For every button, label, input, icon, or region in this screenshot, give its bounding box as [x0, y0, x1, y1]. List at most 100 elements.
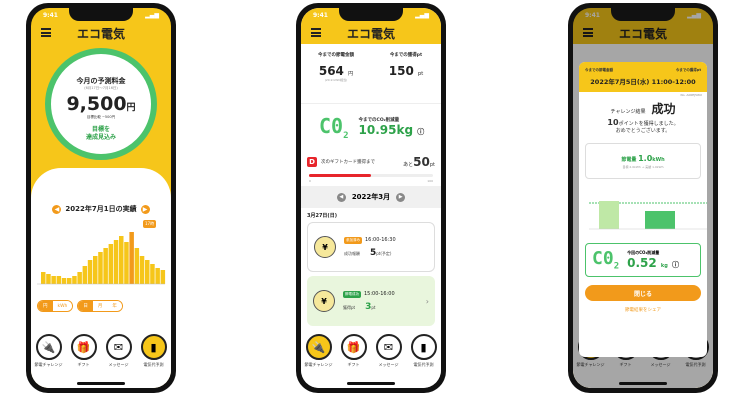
share-link[interactable]: 節電結果をシェア: [579, 307, 707, 313]
nav-challenge[interactable]: 🔌 節電チャレンジ: [32, 334, 66, 388]
gift-icon: 🎁: [70, 334, 97, 360]
challenge-datetime: 2022年7月5日(水) 11:00-12:00: [590, 78, 696, 86]
history-time: 15:00-16:00: [364, 291, 395, 297]
usage-bar[interactable]: [155, 268, 160, 284]
home-indicator: [347, 382, 395, 385]
help-icon: ⓘ: [672, 261, 679, 269]
close-button[interactable]: 閉じる: [585, 285, 701, 301]
app-bar: エコ電気: [31, 22, 171, 44]
gauge-label: 今月の予測料金: [76, 77, 126, 85]
gift-progress-row: D 次のギフトカード獲得まで あと50pt: [307, 152, 435, 172]
usage-bar[interactable]: [56, 276, 62, 284]
period-toggle: 日 月 年: [77, 300, 123, 312]
screen-2: 9:41 ▂▄▆ エコ電気 今までの節電金額 564 円 (20.9 kWh相当)…: [301, 8, 441, 388]
bar-chart-icon: ▮: [140, 334, 167, 360]
next-month-button[interactable]: ▶: [396, 192, 406, 202]
phone-3: 9:41▂▄▆ エコ電気 🔌節電チャレンジ 🎁ギフト ✉メッセージ ▮電気代予測…: [568, 3, 718, 393]
date-label: 2022年7月1日の実績: [65, 205, 137, 213]
header-left: 今までの節電金額: [585, 68, 613, 72]
usage-bar[interactable]: [129, 232, 134, 284]
date-nav: ◀ 2022年7月1日の実績 ▶: [31, 201, 171, 217]
next-day-button[interactable]: ▶: [140, 204, 150, 214]
nav-gift[interactable]: 🎁 ギフト: [67, 334, 101, 388]
signal-icon: ▂▄▆: [145, 11, 159, 19]
usage-bar[interactable]: [134, 248, 140, 284]
toggle-yen[interactable]: 円: [38, 301, 53, 311]
usage-bar[interactable]: [51, 276, 56, 284]
usage-bar[interactable]: [41, 272, 46, 284]
forecast-gauge: 今月の予測料金 (6月17日〜7月16日) 9,500円 目標比較 −500円 …: [45, 48, 157, 160]
co2-icon: C02: [319, 113, 349, 141]
gift-text: 次のギフトカード獲得まで: [321, 160, 375, 165]
mini-chart-svg: [589, 201, 707, 230]
progress-labels: 0 100: [309, 179, 433, 183]
usage-bar[interactable]: [67, 278, 72, 284]
challenge-number: No. A00EJ5WX: [680, 93, 702, 97]
toggle-row: 円 kWh 日 月 年: [37, 300, 165, 312]
mail-icon: ✉: [105, 334, 132, 360]
saved-energy-box: 節電量 1.0kWh 目標 2.0kWh → 実績 1.0kWh: [585, 143, 701, 179]
plug-icon: 🔌: [35, 334, 62, 360]
gift-remaining: あと50pt: [403, 155, 435, 169]
nav-forecast[interactable]: ▮ 電気代予測: [407, 334, 441, 388]
nav-label: 電気代予測: [143, 362, 164, 367]
prev-day-button[interactable]: ◀: [52, 204, 62, 214]
highlight-label: 17時: [143, 220, 157, 228]
co2-value: 10.95kg ⓘ: [358, 123, 425, 137]
usage-bar[interactable]: [77, 272, 82, 284]
prev-month-button[interactable]: ◀: [336, 192, 346, 202]
menu-icon[interactable]: [41, 28, 51, 37]
chevron-right-icon: ›: [425, 296, 429, 306]
month-label: 2022年3月: [351, 193, 391, 201]
status-time: 9:41: [313, 11, 328, 19]
history-label: 成功報酬: [344, 250, 360, 256]
header-right: 今までの獲得pt: [675, 68, 701, 72]
saving-value: 564 円: [318, 64, 354, 78]
usage-bar[interactable]: [98, 252, 103, 284]
coin-icon: ¥: [313, 290, 335, 312]
nav-label: メッセージ: [108, 362, 129, 367]
history-badge: 節電成功: [343, 290, 361, 298]
home-indicator: [77, 382, 125, 385]
usage-bar[interactable]: [93, 256, 98, 284]
menu-icon[interactable]: [311, 28, 321, 37]
usage-bar[interactable]: [119, 236, 124, 284]
history-item[interactable]: ¥ 参加済み 16:00-16:30 成功報酬 5pt(予定): [307, 222, 435, 272]
before-bar: [599, 201, 619, 229]
toggle-day[interactable]: 日: [78, 301, 93, 311]
nav-gift[interactable]: 🎁 ギフト: [337, 334, 371, 388]
points-message: 10ポイントを獲得しました。 おめでとうございます。: [607, 118, 679, 135]
saving-title: 今までの節電金額: [318, 53, 354, 58]
day-label: 3月27日(日): [307, 213, 338, 219]
usage-bar[interactable]: [113, 240, 119, 284]
toggle-kwh[interactable]: kWh: [52, 301, 73, 311]
usage-bar[interactable]: [72, 276, 77, 284]
co2-icon: C02: [592, 248, 620, 272]
usage-bar[interactable]: [103, 248, 108, 284]
history-item[interactable]: ¥ 節電成功 15:00-16:00 獲得pt 3pt ›: [307, 276, 435, 326]
usage-bar[interactable]: [108, 244, 114, 284]
usage-bar[interactable]: [160, 270, 166, 284]
screen-3: 9:41▂▄▆ エコ電気 🔌節電チャレンジ 🎁ギフト ✉メッセージ ▮電気代予測…: [573, 8, 713, 388]
notch: [339, 8, 403, 21]
nav-label: 電気代予測: [413, 362, 434, 367]
usage-bar[interactable]: [82, 266, 88, 284]
nav-challenge[interactable]: 🔌 節電チャレンジ: [302, 334, 336, 388]
giftcard-icon: D: [307, 157, 317, 167]
usage-bar[interactable]: [87, 260, 93, 284]
toggle-year[interactable]: 年: [107, 301, 122, 311]
usage-bar[interactable]: [46, 274, 51, 284]
mail-icon: ✉: [375, 334, 402, 360]
app-bar: エコ電気: [301, 22, 441, 44]
nav-message[interactable]: ✉ メッセージ: [372, 334, 406, 388]
nav-forecast[interactable]: ▮ 電気代予測: [137, 334, 171, 388]
toggle-month[interactable]: 月: [92, 301, 108, 311]
usage-bar[interactable]: [150, 264, 155, 284]
challenge-result: チャレンジ結果 成功: [610, 102, 676, 116]
usage-bar[interactable]: [61, 278, 67, 284]
usage-bar[interactable]: [124, 242, 129, 284]
usage-bar[interactable]: [145, 260, 150, 284]
usage-bar[interactable]: [139, 256, 145, 284]
screen-1: 9:41 ▂▄▆ エコ電気 今月の予測料金 (6月17日〜7月16日) 9,500…: [31, 8, 171, 388]
nav-message[interactable]: ✉ メッセージ: [102, 334, 136, 388]
